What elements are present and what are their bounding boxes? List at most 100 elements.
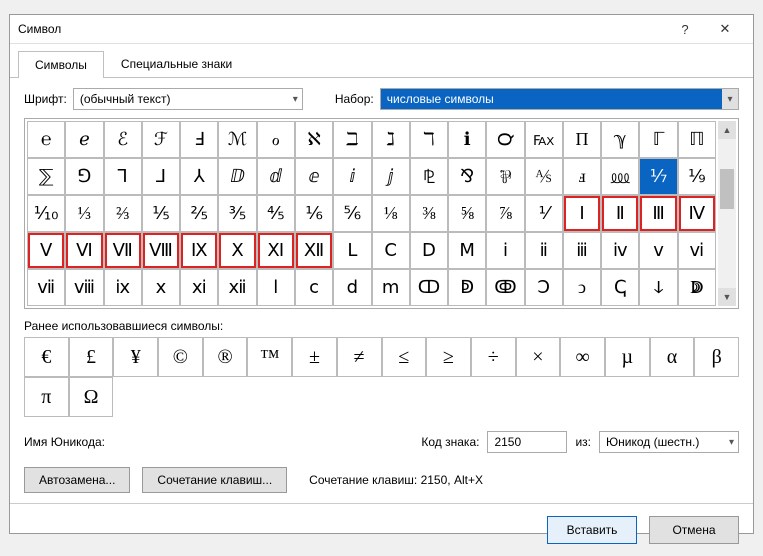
symbol-cell[interactable]: ↅ bbox=[601, 269, 639, 306]
recent-cell[interactable]: Ω bbox=[69, 377, 114, 417]
symbol-cell[interactable]: ⅳ bbox=[601, 232, 639, 269]
symbol-cell[interactable]: ℷ bbox=[372, 121, 410, 158]
close-button[interactable]: ✕ bbox=[705, 15, 745, 43]
recent-cell[interactable]: ≠ bbox=[337, 337, 382, 377]
symbol-cell[interactable]: ⅉ bbox=[372, 158, 410, 195]
symbol-cell[interactable]: ℰ bbox=[104, 121, 142, 158]
symbol-cell[interactable]: ℵ bbox=[295, 121, 333, 158]
symbol-cell[interactable]: ℸ bbox=[410, 121, 448, 158]
symbol-cell[interactable]: ⅼ bbox=[257, 269, 295, 306]
symbol-cell[interactable]: ⅄ bbox=[180, 158, 218, 195]
symbol-cell[interactable]: ↂ bbox=[486, 269, 524, 306]
recent-cell[interactable]: ¥ bbox=[113, 337, 158, 377]
insert-button[interactable]: Вставить bbox=[547, 516, 637, 544]
symbol-cell[interactable]: ℳ bbox=[218, 121, 256, 158]
symbol-cell[interactable]: ⅚ bbox=[333, 195, 371, 232]
symbol-cell[interactable]: Ⅼ bbox=[333, 232, 371, 269]
symbol-cell[interactable]: ⅘ bbox=[257, 195, 295, 232]
symbol-cell[interactable]: Ⅲ bbox=[639, 195, 677, 232]
recent-cell[interactable]: α bbox=[650, 337, 695, 377]
cancel-button[interactable]: Отмена bbox=[649, 516, 739, 544]
symbol-cell[interactable]: ↀ bbox=[410, 269, 448, 306]
symbol-cell[interactable]: ⅴ bbox=[639, 232, 677, 269]
symbol-cell[interactable]: ⅒ bbox=[27, 195, 65, 232]
symbol-cell[interactable]: ⅜ bbox=[410, 195, 448, 232]
symbol-cell[interactable]: Ⅽ bbox=[372, 232, 410, 269]
symbol-cell[interactable]: ⅆ bbox=[257, 158, 295, 195]
symbol-cell[interactable]: ⅶ bbox=[27, 269, 65, 306]
symbol-cell[interactable]: ℶ bbox=[333, 121, 371, 158]
symbol-cell[interactable]: ⅸ bbox=[104, 269, 142, 306]
symbol-cell[interactable]: ↇ bbox=[678, 269, 716, 306]
symbol-cell[interactable]: ⅓ bbox=[65, 195, 103, 232]
symbol-cell[interactable]: Ⅷ bbox=[142, 232, 180, 269]
recent-cell[interactable]: ≤ bbox=[382, 337, 427, 377]
symbol-cell[interactable]: ⅋ bbox=[448, 158, 486, 195]
symbol-cell[interactable]: ⅅ bbox=[218, 158, 256, 195]
symbol-cell[interactable]: ⅱ bbox=[525, 232, 563, 269]
recent-cell[interactable]: ® bbox=[203, 337, 248, 377]
symbol-cell[interactable]: Ⅺ bbox=[257, 232, 295, 269]
symbol-cell[interactable]: ↆ bbox=[639, 269, 677, 306]
symbol-cell[interactable]: ⅻ bbox=[218, 269, 256, 306]
recent-cell[interactable]: ≥ bbox=[426, 337, 471, 377]
symbol-cell[interactable]: Π bbox=[563, 121, 601, 158]
scroll-down-icon[interactable]: ▼ bbox=[718, 288, 736, 306]
from-select[interactable]: Юникод (шестн.) bbox=[599, 431, 739, 453]
symbol-cell[interactable]: ℯ bbox=[65, 121, 103, 158]
tab-symbols[interactable]: Символы bbox=[18, 51, 104, 78]
symbol-cell[interactable]: ↁ bbox=[448, 269, 486, 306]
symbol-cell[interactable]: ⅞ bbox=[486, 195, 524, 232]
symbol-cell[interactable]: Ⅴ bbox=[27, 232, 65, 269]
symbol-cell[interactable]: Ⅸ bbox=[180, 232, 218, 269]
scroll-thumb[interactable] bbox=[720, 169, 734, 209]
symbol-cell[interactable]: ⅈ bbox=[333, 158, 371, 195]
recent-cell[interactable]: ± bbox=[292, 337, 337, 377]
symbol-cell[interactable]: Ⅱ bbox=[601, 195, 639, 232]
symbol-cell[interactable]: ⅎ bbox=[563, 158, 601, 195]
autocorrect-button[interactable]: Автозамена... bbox=[24, 467, 130, 493]
shortcut-button[interactable]: Сочетание клавиш... bbox=[142, 467, 287, 493]
symbol-cell[interactable]: ℹ bbox=[448, 121, 486, 158]
symbol-cell[interactable]: ⅺ bbox=[180, 269, 218, 306]
symbol-cell[interactable]: ⅙ bbox=[295, 195, 333, 232]
symbol-cell[interactable]: Ⅿ bbox=[448, 232, 486, 269]
symbol-cell[interactable]: ℱ bbox=[142, 121, 180, 158]
symbol-cell[interactable]: ⅵ bbox=[678, 232, 716, 269]
recent-cell[interactable]: π bbox=[24, 377, 69, 417]
symbol-cell[interactable]: Ⅾ bbox=[410, 232, 448, 269]
symbol-cell[interactable]: Ⅰ bbox=[563, 195, 601, 232]
scroll-track[interactable] bbox=[718, 139, 736, 288]
recent-cell[interactable]: µ bbox=[605, 337, 650, 377]
symbol-cell[interactable]: ℽ bbox=[601, 121, 639, 158]
symbol-cell[interactable]: Ⅶ bbox=[104, 232, 142, 269]
grid-scrollbar[interactable]: ▲ ▼ bbox=[718, 121, 736, 306]
tab-special[interactable]: Специальные знаки bbox=[104, 50, 249, 77]
symbol-cell[interactable]: Ↄ bbox=[525, 269, 563, 306]
recent-cell[interactable]: β bbox=[694, 337, 739, 377]
symbol-cell[interactable]: ⅑ bbox=[678, 158, 716, 195]
symbol-cell[interactable]: ℴ bbox=[257, 121, 295, 158]
recent-cell[interactable]: × bbox=[516, 337, 561, 377]
symbol-cell[interactable]: ⅗ bbox=[218, 195, 256, 232]
symbol-cell[interactable]: ⅐ bbox=[639, 158, 677, 195]
symbol-cell[interactable]: ⅷ bbox=[65, 269, 103, 306]
symbol-cell[interactable]: ⅕ bbox=[142, 195, 180, 232]
symbol-cell[interactable]: Ⅹ bbox=[218, 232, 256, 269]
symbol-cell[interactable]: Ⅳ bbox=[678, 195, 716, 232]
scroll-up-icon[interactable]: ▲ bbox=[718, 121, 736, 139]
symbol-cell[interactable]: ⅌ bbox=[486, 158, 524, 195]
symbol-cell[interactable]: ⅇ bbox=[295, 158, 333, 195]
symbol-cell[interactable]: ⅃ bbox=[142, 158, 180, 195]
symbol-cell[interactable]: ⅏ bbox=[601, 158, 639, 195]
recent-cell[interactable]: ÷ bbox=[471, 337, 516, 377]
symbol-cell[interactable]: ⅛ bbox=[372, 195, 410, 232]
recent-cell[interactable]: £ bbox=[69, 337, 114, 377]
symbol-cell[interactable]: Ⅎ bbox=[180, 121, 218, 158]
symbol-cell[interactable]: ⅰ bbox=[486, 232, 524, 269]
symbol-cell[interactable]: ⅽ bbox=[295, 269, 333, 306]
symbol-cell[interactable]: ⅖ bbox=[180, 195, 218, 232]
symbol-cell[interactable]: ⅾ bbox=[333, 269, 371, 306]
help-button[interactable]: ? bbox=[665, 15, 705, 43]
recent-cell[interactable]: € bbox=[24, 337, 69, 377]
